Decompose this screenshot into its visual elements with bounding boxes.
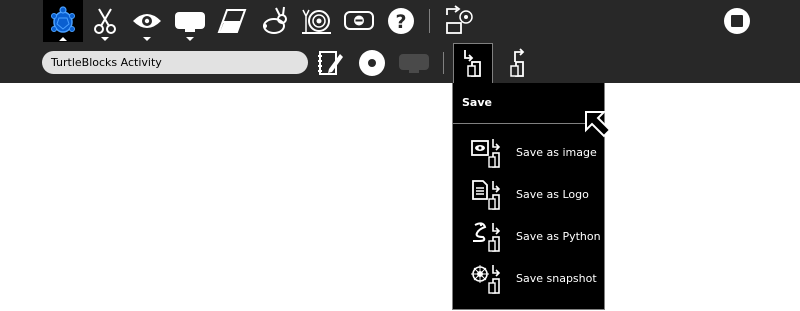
toolbar-separator <box>443 52 444 74</box>
dropdown-arrow-icon <box>101 37 109 41</box>
expanded-arrow-icon <box>59 37 67 41</box>
run-fast-button[interactable] <box>257 0 293 42</box>
stop-activity-button[interactable] <box>718 0 756 42</box>
load-icon <box>510 48 525 77</box>
rabbit-icon <box>263 6 287 34</box>
save-as-image-item[interactable]: Save as image <box>453 133 606 173</box>
question-icon: ? <box>388 8 414 34</box>
save-as-image-label: Save as image <box>516 146 597 159</box>
stop-turtle-icon <box>344 11 374 30</box>
keep-button-disabled <box>396 46 432 80</box>
palette-title: Save <box>462 96 492 109</box>
activity-title-input[interactable]: TurtleBlocks Activity <box>42 51 308 74</box>
save-python-icon <box>473 222 501 252</box>
activity-turtle-button[interactable] <box>43 0 83 42</box>
disabled-keep-icon <box>399 54 429 73</box>
svg-text:?: ? <box>395 11 406 33</box>
turtle-icon <box>51 6 75 33</box>
dropdown-arrow-icon <box>143 37 151 41</box>
save-image-icon <box>471 139 501 168</box>
save-as-python-label: Save as Python <box>516 230 601 243</box>
share-button[interactable] <box>440 0 478 42</box>
palette-icon <box>175 12 205 32</box>
record-icon <box>359 50 385 76</box>
save-as-icon <box>464 50 481 77</box>
toolbar-separator <box>429 9 430 33</box>
stop-turtle-button[interactable] <box>341 0 377 42</box>
help-button[interactable]: ? <box>384 0 418 42</box>
save-logo-icon <box>472 180 501 210</box>
load-button[interactable] <box>500 46 534 82</box>
dropdown-arrow-icon <box>186 37 194 41</box>
save-as-logo-label: Save as Logo <box>516 188 589 201</box>
save-as-python-item[interactable]: Save as Python <box>453 217 606 257</box>
stop-activity-icon <box>724 8 750 34</box>
run-slow-button[interactable] <box>299 0 335 42</box>
save-snapshot-icon <box>471 265 501 294</box>
share-icon <box>446 5 473 34</box>
notebook-edit-icon <box>318 51 343 75</box>
mouse-cursor-icon <box>585 111 612 138</box>
snail-icon <box>302 9 331 34</box>
save-palette: Save Save as image Save as Logo Save as … <box>452 83 605 310</box>
edit-cut-button[interactable] <box>88 0 122 42</box>
palette-header: Save <box>453 83 604 124</box>
save-snapshot-label: Save snapshot <box>516 272 597 285</box>
view-button[interactable] <box>129 0 165 42</box>
description-button[interactable] <box>313 46 347 80</box>
main-toolbar: ? <box>0 0 800 42</box>
record-button[interactable] <box>355 46 389 80</box>
save-as-logo-item[interactable]: Save as Logo <box>453 175 606 215</box>
save-as-button[interactable] <box>453 43 493 84</box>
palette-button[interactable] <box>172 0 208 42</box>
eraser-icon <box>217 9 247 33</box>
eye-icon <box>133 14 161 28</box>
clear-button[interactable] <box>214 0 250 42</box>
save-snapshot-item[interactable]: Save snapshot <box>453 259 606 299</box>
scissors-icon <box>94 8 116 34</box>
